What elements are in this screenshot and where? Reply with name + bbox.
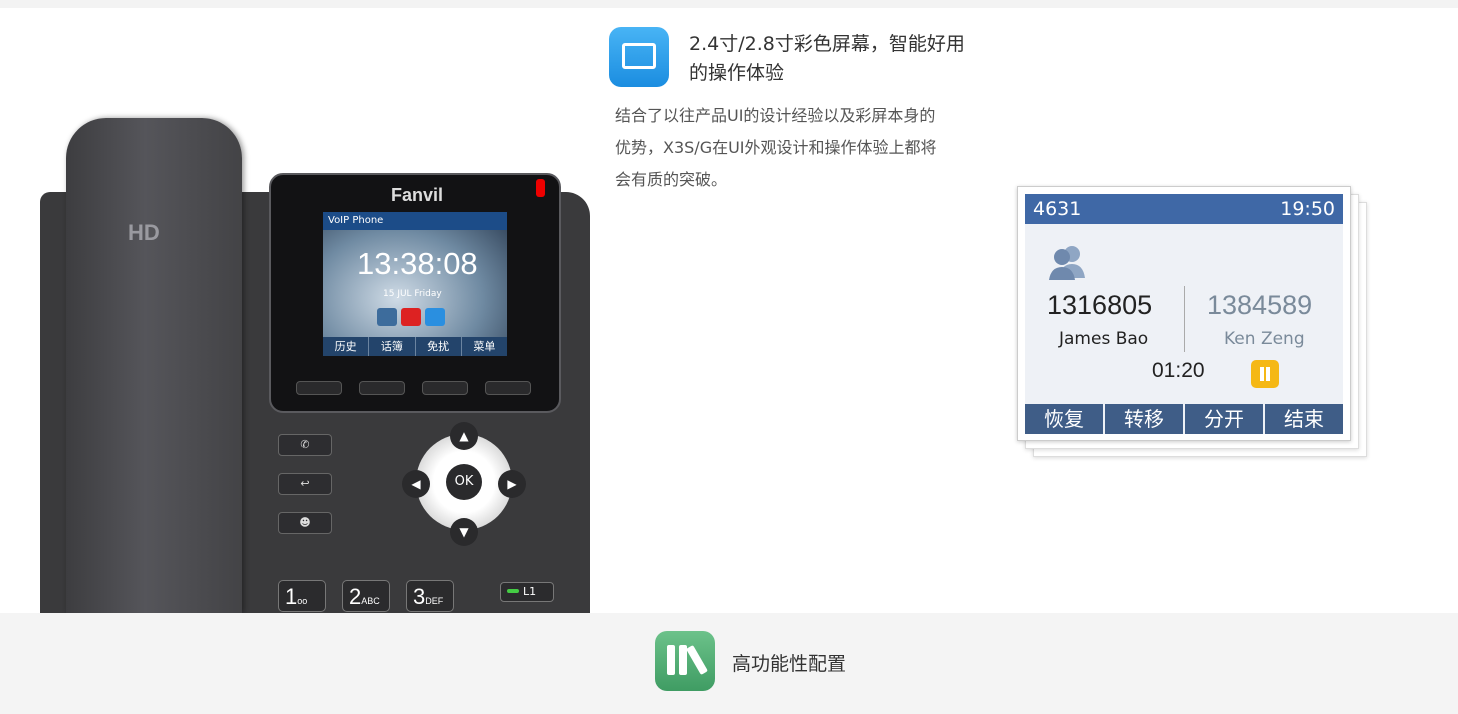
- lcd-softkey: 历史: [323, 337, 370, 356]
- feature2-title: 高功能性配置: [732, 653, 847, 675]
- lcd-time: 13:38:08: [357, 246, 478, 281]
- up-arrow-icon: ▲: [450, 422, 478, 450]
- caller-number-1: 1316805: [1047, 290, 1153, 320]
- key-1: 1oo: [278, 580, 326, 612]
- feature-title: 2.4寸/2.8寸彩色屏幕，智能好用 的操作体验: [689, 33, 965, 84]
- lcd-softkey: 话簿: [369, 337, 416, 356]
- pause-icon: [1251, 360, 1279, 388]
- caller-number-2: 1384589: [1207, 290, 1313, 320]
- card-status-bar: 4631 19:50: [1025, 194, 1343, 224]
- bottom-band: [0, 613, 1458, 714]
- top-band: [0, 0, 1458, 8]
- card-softkeys: 恢复 转移 分开 结束: [1025, 404, 1343, 434]
- feature-description: 结合了以往产品UI的设计经验以及彩屏本身的 优势，X3S/G在UI外观设计和操作…: [615, 106, 937, 189]
- lcd-softkey: 免扰: [416, 337, 462, 356]
- phone-image: HD Fanvil VoIP Phone 13:38:08 15 JUL Fri…: [40, 110, 592, 613]
- line-key: L1: [500, 582, 554, 602]
- caller-name-2: Ken Zeng: [1224, 329, 1305, 349]
- hd-badge: HD: [128, 220, 160, 245]
- lcd-softkeys: 历史 话簿 免扰 菜单: [323, 337, 507, 356]
- conference-key: ☻: [278, 512, 332, 534]
- call-duration: 01:20: [1152, 359, 1205, 382]
- right-arrow-icon: ▶: [498, 470, 526, 498]
- voicemail-icon: [425, 308, 445, 326]
- key-3: 3DEF: [406, 580, 454, 612]
- ok-key: OK: [446, 464, 482, 500]
- dnd-icon: [401, 308, 421, 326]
- clock: 19:50: [1280, 198, 1335, 220]
- divider: [1184, 286, 1185, 352]
- lcd-date: 15 JUL Friday: [383, 289, 442, 299]
- left-arrow-icon: ◀: [402, 470, 430, 498]
- missed-call-icon: [377, 308, 397, 326]
- softkey-split: 分开: [1185, 404, 1263, 434]
- down-arrow-icon: ▼: [450, 518, 478, 546]
- binders-icon: [655, 631, 715, 691]
- softkey-resume: 恢复: [1025, 404, 1103, 434]
- extension: 4631: [1033, 198, 1082, 220]
- phone-screen: Fanvil VoIP Phone 13:38:08 15 JUL Friday…: [269, 173, 561, 413]
- call-screen-card: 4631 19:50 1316805 James Bao 1384589 Ken…: [1017, 186, 1351, 441]
- lcd-status-icons: [377, 308, 449, 330]
- brand-logo: Fanvil: [391, 185, 444, 205]
- softkey-transfer: 转移: [1105, 404, 1183, 434]
- picture-icon: [609, 27, 669, 87]
- lcd-softkey: 菜单: [473, 340, 496, 353]
- contacts-icon: [1049, 246, 1085, 280]
- lcd-title: VoIP Phone: [323, 212, 507, 230]
- key-2: 2ABC: [342, 580, 390, 612]
- caller-name-1: James Bao: [1059, 329, 1149, 349]
- handset: HD: [66, 118, 242, 613]
- soft-buttons: [296, 380, 548, 399]
- lcd-display: VoIP Phone 13:38:08 15 JUL Friday 历史 话簿 …: [323, 212, 507, 356]
- hold-key: ↩: [278, 473, 332, 495]
- softkey-end: 结束: [1265, 404, 1343, 434]
- message-led: [536, 179, 545, 197]
- transfer-key: ✆: [278, 434, 332, 456]
